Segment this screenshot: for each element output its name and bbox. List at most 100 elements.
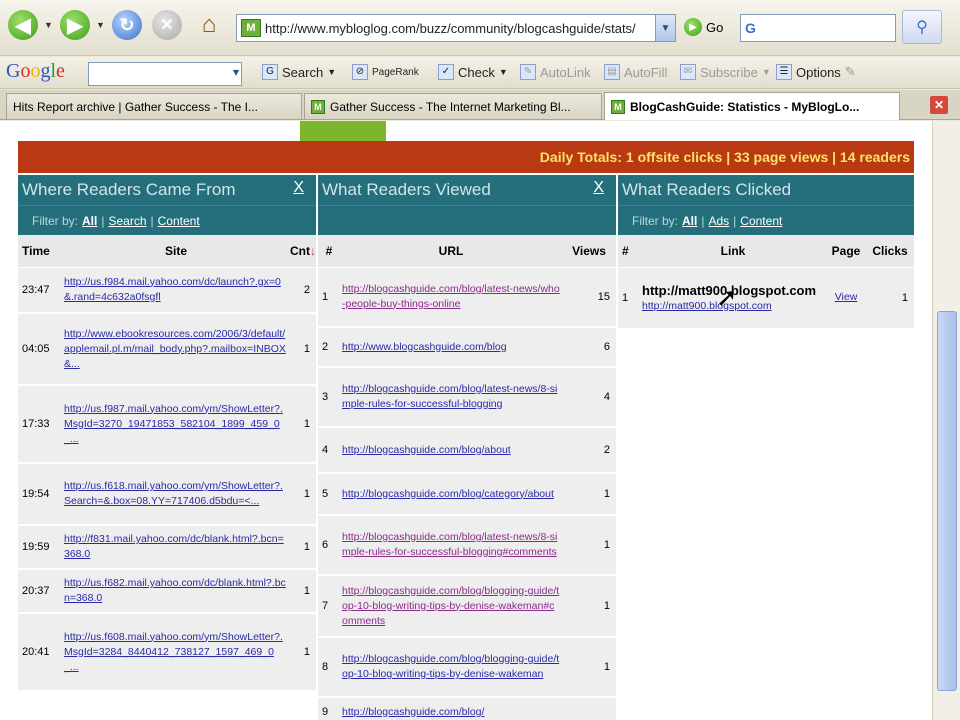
table-row: 4 http://blogcashguide.com/blog/about 2 xyxy=(318,427,616,474)
column-header-link[interactable]: Link xyxy=(640,235,826,268)
panel-readers-clicked: What Readers Clicked Filter by: All | Ad… xyxy=(618,175,914,330)
page-url-link[interactable]: http://blogcashguide.com/blog/blogging-g… xyxy=(342,584,560,629)
referrer-link[interactable]: http://us.f987.mail.yahoo.com/ym/ShowLet… xyxy=(64,402,288,447)
google-search-input[interactable] xyxy=(88,62,242,86)
filter-ads-link[interactable]: Ads xyxy=(708,214,729,228)
forward-arrow-icon: ▶ xyxy=(67,14,83,37)
subscribe-icon: ✉ xyxy=(680,64,696,80)
site-favicon-icon: M xyxy=(241,19,261,37)
subscribe-button[interactable]: ✉ Subscribe ▼ xyxy=(680,64,771,80)
close-tab-icon[interactable]: ✕ xyxy=(930,96,948,114)
google-search-button[interactable]: G Search ▼ xyxy=(262,64,336,80)
google-logo[interactable]: Google xyxy=(6,60,65,83)
panel-title: What Readers Clicked xyxy=(618,175,914,205)
column-header-cnt[interactable]: Cnt↓ xyxy=(290,235,316,268)
refresh-button[interactable]: ↻ xyxy=(112,10,142,40)
options-icon: ☰ xyxy=(776,64,792,80)
address-dropdown-icon[interactable]: ▼ xyxy=(655,15,675,41)
referrer-link[interactable]: http://us.f682.mail.yahoo.com/dc/blank.h… xyxy=(64,576,288,606)
panel-title: Where Readers Came From X xyxy=(18,175,316,205)
home-icon: ⌂ xyxy=(201,11,217,38)
close-panel-icon[interactable]: X xyxy=(593,179,604,197)
go-button[interactable]: ▶ Go xyxy=(684,18,723,36)
browser-navbar: ◀ ▼ ▶ ▼ ↻ ✕ ⌂ M http://www.mybloglog.com… xyxy=(0,0,960,56)
filter-content-link[interactable]: Content xyxy=(158,214,200,228)
table-row: 2 http://www.blogcashguide.com/blog 6 xyxy=(318,327,616,368)
autofill-button[interactable]: ▤ AutoFill xyxy=(604,64,667,80)
page-url-link[interactable]: http://blogcashguide.com/blog/latest-new… xyxy=(342,530,560,560)
page-scrollbar[interactable] xyxy=(932,121,960,720)
filter-search-link[interactable]: Search xyxy=(108,214,146,228)
column-header-views[interactable]: Views xyxy=(562,235,616,268)
close-panel-icon[interactable]: X xyxy=(293,179,304,197)
forward-dropdown-icon[interactable]: ▼ xyxy=(96,20,105,30)
scrollbar-thumb[interactable] xyxy=(937,311,957,691)
pagerank-indicator[interactable]: ⊘ PageRank xyxy=(352,64,419,80)
page-url-link[interactable]: http://blogcashguide.com/blog/latest-new… xyxy=(342,282,560,312)
filter-content-link[interactable]: Content xyxy=(740,214,782,228)
autolink-icon: ✎ xyxy=(520,64,536,80)
column-header-site[interactable]: Site xyxy=(62,235,290,268)
popup-blocker-icon: ⊘ xyxy=(352,64,368,80)
view-page-link[interactable]: View xyxy=(828,290,864,305)
table-row: 20:41 http://us.f608.mail.yahoo.com/ym/Sh… xyxy=(18,613,316,692)
filter-all-link[interactable]: All xyxy=(682,214,697,228)
daily-totals-banner: Daily Totals: 1 offsite clicks | 33 page… xyxy=(18,141,914,173)
page-url-link[interactable]: http://blogcashguide.com/blog/ xyxy=(342,705,560,720)
table-row: 20:37 http://us.f682.mail.yahoo.com/dc/bl… xyxy=(18,569,316,614)
tab-gather-success[interactable]: M Gather Success - The Internet Marketin… xyxy=(304,93,602,119)
panel-title: What Readers Viewed X xyxy=(318,175,616,205)
tab-blogcashguide-statistics[interactable]: M BlogCashGuide: Statistics - MyBlogLo..… xyxy=(604,92,900,120)
page-url-link[interactable]: http://blogcashguide.com/blog/blogging-g… xyxy=(342,652,560,682)
came-from-table: Time Site Cnt↓ 23:47 http://us.f984.mail.… xyxy=(18,235,316,692)
referrer-link[interactable]: http://f831.mail.yahoo.com/dc/blank.html… xyxy=(64,532,288,562)
panel-readers-came-from: Where Readers Came From X Filter by: All… xyxy=(18,175,316,692)
table-row: 9 http://blogcashguide.com/blog/ xyxy=(318,697,616,720)
spell-check-button[interactable]: ✓ Check ▼ xyxy=(438,64,508,80)
forward-button[interactable]: ▶ xyxy=(60,10,90,40)
autofill-icon: ▤ xyxy=(604,64,620,80)
stop-button[interactable]: ✕ xyxy=(152,10,182,40)
table-row: 5 http://blogcashguide.com/blog/category/… xyxy=(318,473,616,516)
table-row: 23:47 http://us.f984.mail.yahoo.com/dc/la… xyxy=(18,267,316,314)
pencil-icon[interactable]: ✎ xyxy=(845,64,856,80)
tab-hits-report[interactable]: ▢ Hits Report archive | Gather Success -… xyxy=(6,93,302,119)
abc-check-icon: ✓ xyxy=(438,64,454,80)
filter-bar: Filter by: All | Search | Content xyxy=(18,205,316,235)
table-row: 7 http://blogcashguide.com/blog/blogging-… xyxy=(318,575,616,638)
referrer-link[interactable]: http://www.ebookresources.com/2006/3/def… xyxy=(64,327,288,372)
column-header-page[interactable]: Page xyxy=(826,235,866,268)
back-button[interactable]: ◀ xyxy=(8,10,38,40)
page-url-link[interactable]: http://blogcashguide.com/blog/category/a… xyxy=(342,487,560,502)
column-header-url[interactable]: URL xyxy=(340,235,562,268)
referrer-link[interactable]: http://us.f618.mail.yahoo.com/ym/ShowLet… xyxy=(64,479,288,509)
clicked-table: # Link Page Clicks 1 http://matt900.blog… xyxy=(618,235,914,330)
google-g-icon: G xyxy=(262,64,278,80)
home-button[interactable]: ⌂ xyxy=(194,10,224,40)
referrer-link[interactable]: http://us.f984.mail.yahoo.com/dc/launch?… xyxy=(64,275,288,305)
autolink-button[interactable]: ✎ AutoLink xyxy=(520,64,591,80)
search-engine-button[interactable]: ⚲ xyxy=(902,10,942,44)
column-header-number[interactable]: # xyxy=(318,235,340,268)
magnifier-icon: ⚲ xyxy=(916,19,928,36)
table-row: 1 http://matt900.blogspot.com http://mat… xyxy=(618,267,914,330)
mybloglog-favicon-icon: M xyxy=(311,99,325,114)
table-row: 8 http://blogcashguide.com/blog/blogging-… xyxy=(318,637,616,698)
address-url[interactable]: http://www.mybloglog.com/buzz/community/… xyxy=(265,21,655,36)
page-url-link[interactable]: http://blogcashguide.com/blog/latest-new… xyxy=(342,382,560,412)
column-header-time[interactable]: Time xyxy=(18,235,62,268)
options-button[interactable]: ☰ Options ✎ xyxy=(776,64,856,80)
column-header-clicks[interactable]: Clicks xyxy=(866,235,914,268)
address-bar[interactable]: M http://www.mybloglog.com/buzz/communit… xyxy=(236,14,676,42)
google-toolbar: Google GSearch▼ ⊘PageRank ✓Check▼ ✎AutoL… xyxy=(0,57,960,89)
referrer-link[interactable]: http://us.f608.mail.yahoo.com/ym/ShowLet… xyxy=(64,630,288,675)
column-header-number[interactable]: # xyxy=(618,235,640,268)
table-row: 1 http://blogcashguide.com/blog/latest-ne… xyxy=(318,267,616,328)
filter-all-link[interactable]: All xyxy=(82,214,97,228)
page-url-link[interactable]: http://www.blogcashguide.com/blog xyxy=(342,340,560,355)
back-dropdown-icon[interactable]: ▼ xyxy=(44,20,53,30)
mybloglog-favicon-icon: M xyxy=(611,99,625,114)
sort-arrow-icon: ↓ xyxy=(310,243,316,258)
browser-search-input[interactable]: G xyxy=(740,14,896,42)
page-url-link[interactable]: http://blogcashguide.com/blog/about xyxy=(342,443,560,458)
